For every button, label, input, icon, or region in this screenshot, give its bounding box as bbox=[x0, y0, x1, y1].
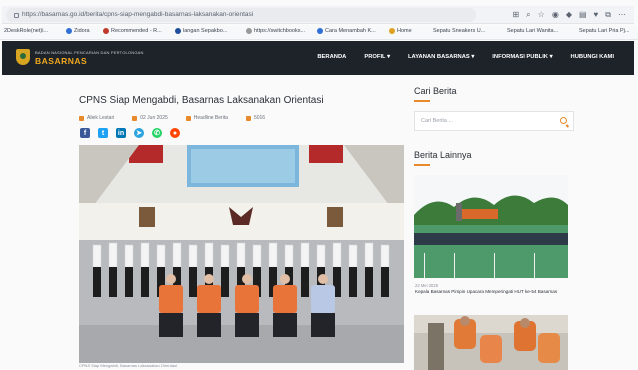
star-icon[interactable]: ☆ bbox=[538, 9, 545, 20]
facebook-icon[interactable]: f bbox=[80, 128, 90, 138]
user-icon bbox=[79, 115, 84, 121]
article-title: CPNS Siap Mengabdi, Basarnas Laksanakan … bbox=[79, 95, 324, 106]
agency-name[interactable]: BASARNAS bbox=[35, 56, 87, 66]
whatsapp-icon[interactable]: ✆ bbox=[152, 128, 162, 138]
bookmark-item[interactable]: 2DeskRole(net)i... bbox=[4, 28, 48, 34]
bookmark-item[interactable]: Home bbox=[389, 28, 412, 34]
rescue-team-image bbox=[414, 315, 568, 370]
linkedin-icon[interactable]: in bbox=[116, 128, 126, 138]
meta-date: 02 Jun 2025 bbox=[132, 115, 168, 121]
news-thumbnail[interactable] bbox=[414, 175, 568, 278]
profile-icon[interactable]: ◆ bbox=[566, 9, 572, 20]
meta-category[interactable]: Headline Berita bbox=[185, 115, 228, 121]
bookmarks-bar: 2DeskRole(net)i... Zidora Recommended - … bbox=[0, 26, 638, 40]
address-bar[interactable]: https://basarnas.go.id/berita/cpns-siap-… bbox=[6, 8, 476, 22]
site-header: BADAN NASIONAL PENCARIAN DAN PERTOLONGAN… bbox=[2, 41, 634, 75]
telegram-icon[interactable]: ➤ bbox=[134, 128, 144, 138]
lock-icon bbox=[14, 13, 19, 18]
article-meta: Aliek Lestari 02 Jun 2025 Headline Berit… bbox=[79, 115, 265, 121]
group-photo-image bbox=[79, 145, 404, 363]
main-nav: BERANDA PROFIL ▾ LAYANAN BASARNAS ▾ INFO… bbox=[317, 54, 614, 60]
url-text: https://basarnas.go.id/berita/cpns-siap-… bbox=[22, 11, 254, 18]
news-date: 22 Mei 2025 bbox=[415, 283, 439, 288]
nav-hubungi-kami[interactable]: HUBUNGI KAMI bbox=[571, 54, 614, 60]
heading-underline bbox=[414, 164, 430, 166]
photo-caption: CPNS Siap Mengabdi, Basarnas Laksanakan … bbox=[79, 363, 177, 368]
translate-icon[interactable]: ⊞ bbox=[512, 9, 519, 20]
zoom-icon[interactable]: ⌕ bbox=[526, 9, 530, 20]
nav-profil[interactable]: PROFIL ▾ bbox=[364, 54, 390, 60]
calendar-icon bbox=[132, 115, 138, 121]
eye-icon bbox=[245, 115, 251, 121]
folder-icon bbox=[185, 115, 191, 121]
agency-full-name: BADAN NASIONAL PENCARIAN DAN PERTOLONGAN bbox=[35, 50, 144, 55]
article-photo bbox=[79, 145, 404, 363]
address-bar-row: https://basarnas.go.id/berita/cpns-siap-… bbox=[2, 6, 634, 24]
reddit-icon[interactable]: ● bbox=[170, 128, 180, 138]
nav-informasi-publik[interactable]: INFORMASI PUBLIK ▾ bbox=[492, 54, 552, 60]
bookmark-item[interactable]: Sepatu Lari Wanita... bbox=[507, 28, 558, 34]
twitter-icon[interactable]: t bbox=[98, 128, 108, 138]
bookmark-item[interactable]: Zidora bbox=[66, 28, 90, 34]
basarnas-logo-icon[interactable] bbox=[16, 49, 30, 65]
search-input[interactable]: Cari Berita ... bbox=[414, 111, 574, 131]
nav-layanan[interactable]: LAYANAN BASARNAS ▾ bbox=[408, 54, 474, 60]
ceremony-image bbox=[414, 175, 568, 278]
news-thumbnail[interactable] bbox=[414, 315, 568, 370]
reading-list-icon[interactable]: ▤ bbox=[579, 9, 587, 20]
bookmark-item[interactable]: Sepatu Lari Pria Pj... bbox=[579, 28, 629, 34]
more-icon[interactable]: ⋯ bbox=[618, 9, 626, 20]
meta-author: Aliek Lestari bbox=[79, 115, 114, 121]
nav-beranda[interactable]: BERANDA bbox=[317, 54, 346, 60]
browser-window: https://basarnas.go.id/berita/cpns-siap-… bbox=[0, 0, 638, 370]
extension-icon[interactable]: ◉ bbox=[552, 9, 559, 20]
search-heading: Cari Berita bbox=[414, 86, 457, 96]
bookmark-item[interactable]: Sepatu Sneakers U... bbox=[433, 28, 485, 34]
share-buttons: f t in ➤ ✆ ● bbox=[80, 128, 180, 138]
collections-icon[interactable]: ⧉ bbox=[605, 9, 611, 20]
other-news-heading: Berita Lainnya bbox=[414, 150, 472, 160]
favorites-icon[interactable]: ♥ bbox=[594, 9, 599, 20]
heading-underline bbox=[414, 100, 430, 102]
search-icon[interactable] bbox=[560, 117, 567, 124]
meta-views: 5016 bbox=[245, 115, 265, 121]
bookmark-item[interactable]: Recommended - R... bbox=[103, 28, 162, 34]
bookmark-item[interactable]: langan Sepakbo... bbox=[175, 28, 227, 34]
bookmark-item[interactable]: Cara Menambah K... bbox=[317, 28, 376, 34]
news-title-link[interactable]: Kepala Basarnas Pimpin Upacara Mempering… bbox=[415, 289, 565, 295]
bookmark-item[interactable]: https://switchbooks... bbox=[246, 28, 305, 34]
search-placeholder: Cari Berita ... bbox=[421, 118, 454, 124]
browser-toolbar-icons: ⊞ ⌕ ☆ ◉ ◆ ▤ ♥ ⧉ ⋯ bbox=[512, 9, 626, 20]
